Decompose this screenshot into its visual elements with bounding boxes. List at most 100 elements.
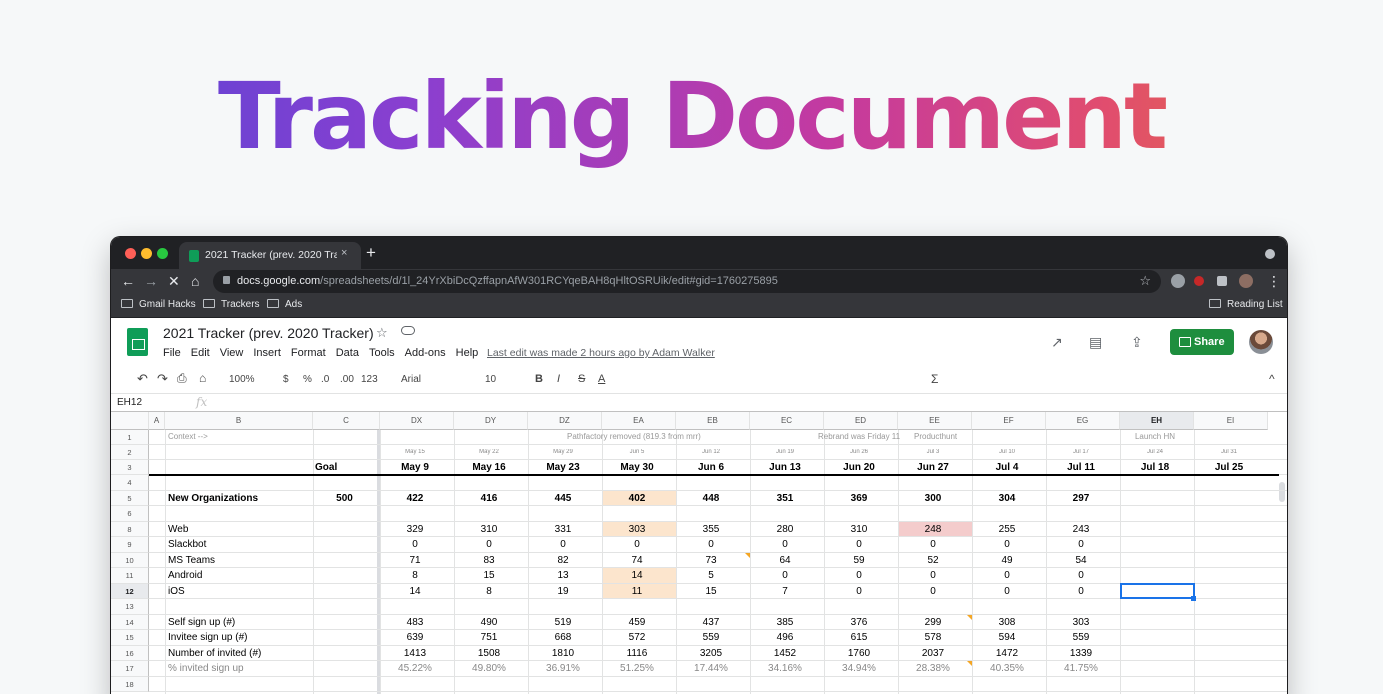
- back-button[interactable]: ←: [121, 272, 135, 290]
- close-window-button[interactable]: [125, 248, 136, 259]
- user-avatar[interactable]: [1249, 330, 1273, 354]
- sheets-logo-icon[interactable]: [127, 328, 148, 356]
- data-cell[interactable]: 0: [1046, 539, 1116, 550]
- date-label[interactable]: Jul 24: [1120, 449, 1190, 455]
- row-label[interactable]: Web: [168, 524, 312, 535]
- font-family-select[interactable]: Arial: [401, 374, 421, 385]
- data-cell[interactable]: 59: [824, 555, 894, 566]
- week-header[interactable]: Jun 6: [676, 462, 746, 473]
- data-cell[interactable]: 459: [602, 617, 672, 628]
- data-cell[interactable]: 0: [602, 539, 672, 550]
- decrease-decimal-button[interactable]: .0: [321, 374, 329, 385]
- date-label[interactable]: May 22: [454, 449, 524, 455]
- data-cell[interactable]: 1339: [1046, 648, 1116, 659]
- comment-indicator[interactable]: [967, 661, 972, 666]
- share-button[interactable]: Share: [1170, 329, 1234, 355]
- new-tab-button[interactable]: +: [366, 243, 376, 263]
- week-header[interactable]: May 23: [528, 462, 598, 473]
- undo-icon[interactable]: ↶: [137, 371, 148, 387]
- row-label[interactable]: Self sign up (#): [168, 617, 312, 628]
- paint-format-icon[interactable]: ⌂: [199, 371, 206, 385]
- column-header-ea[interactable]: EA: [602, 412, 676, 430]
- italic-button[interactable]: I: [557, 373, 560, 385]
- data-cell[interactable]: 73: [676, 555, 746, 566]
- data-cell[interactable]: 639: [380, 632, 450, 643]
- week-header[interactable]: Jul 25: [1194, 462, 1264, 473]
- menu-insert[interactable]: Insert: [253, 347, 281, 359]
- functions-button[interactable]: Σ: [931, 372, 938, 386]
- column-header-b[interactable]: B: [165, 412, 313, 430]
- data-cell[interactable]: 385: [750, 617, 820, 628]
- font-size-select[interactable]: 10: [485, 374, 496, 385]
- date-label[interactable]: Jul 3: [898, 449, 968, 455]
- data-cell[interactable]: 8: [454, 586, 524, 597]
- data-cell[interactable]: 3205: [676, 648, 746, 659]
- date-label[interactable]: Jun 26: [824, 449, 894, 455]
- data-cell[interactable]: 8: [380, 570, 450, 581]
- browser-tab[interactable]: 2021 Tracker (prev. 2020 Track ×: [179, 242, 361, 269]
- column-header-ei[interactable]: EI: [1194, 412, 1268, 430]
- bookmark-star-icon[interactable]: ☆: [1139, 273, 1151, 289]
- row-label[interactable]: Android: [168, 570, 312, 581]
- data-cell[interactable]: 310: [454, 524, 524, 535]
- note-producthunt[interactable]: Producthunt: [914, 432, 974, 441]
- row-header-5[interactable]: 5: [111, 491, 149, 506]
- row-label[interactable]: Number of invited (#): [168, 648, 312, 659]
- data-cell[interactable]: 572: [602, 632, 672, 643]
- data-cell[interactable]: 0: [454, 539, 524, 550]
- forward-button[interactable]: →: [144, 272, 158, 290]
- row-header-16[interactable]: 16: [111, 646, 149, 661]
- data-cell[interactable]: 54: [1046, 555, 1116, 566]
- data-cell[interactable]: 308: [972, 617, 1042, 628]
- data-cell[interactable]: 668: [528, 632, 598, 643]
- row-header-1[interactable]: 1: [111, 430, 149, 445]
- home-button[interactable]: ⌂: [191, 272, 199, 290]
- data-cell[interactable]: 0: [1046, 570, 1116, 581]
- data-cell[interactable]: 331: [528, 524, 598, 535]
- data-cell[interactable]: 0: [972, 586, 1042, 597]
- strikethrough-button[interactable]: S: [578, 373, 585, 385]
- reading-list[interactable]: Reading List: [1209, 299, 1283, 310]
- data-cell[interactable]: 303: [1046, 617, 1116, 628]
- menu-view[interactable]: View: [220, 347, 244, 359]
- maximize-window-button[interactable]: [157, 248, 168, 259]
- data-cell[interactable]: 83: [454, 555, 524, 566]
- increase-decimal-button[interactable]: .00: [340, 374, 354, 385]
- data-cell[interactable]: 0: [972, 570, 1042, 581]
- data-cell[interactable]: 11: [602, 586, 672, 597]
- data-cell[interactable]: 496: [750, 632, 820, 643]
- column-header-dx[interactable]: DX: [380, 412, 454, 430]
- context-label[interactable]: Context -->: [168, 432, 308, 441]
- data-cell[interactable]: 5: [676, 570, 746, 581]
- goal-header[interactable]: Goal: [315, 462, 378, 473]
- data-cell[interactable]: 82: [528, 555, 598, 566]
- row-header-17[interactable]: 17: [111, 661, 149, 677]
- week-header[interactable]: Jun 27: [898, 462, 968, 473]
- row-header-6[interactable]: 6: [111, 506, 149, 522]
- column-header-eg[interactable]: EG: [1046, 412, 1120, 430]
- row-header-2[interactable]: 2: [111, 445, 149, 460]
- row-label[interactable]: Slackbot: [168, 539, 312, 550]
- currency-format-button[interactable]: $: [283, 374, 289, 385]
- data-cell[interactable]: 0: [898, 586, 968, 597]
- url-text[interactable]: docs.google.com/spreadsheets/d/1l_24YrXb…: [237, 275, 778, 287]
- tab-close-icon[interactable]: ×: [341, 247, 347, 259]
- date-label[interactable]: Jul 10: [972, 449, 1042, 455]
- redo-icon[interactable]: ↷: [157, 371, 168, 387]
- column-header-ed[interactable]: ED: [824, 412, 898, 430]
- selected-cell-eh12[interactable]: [1120, 583, 1195, 599]
- minimize-window-button[interactable]: [141, 248, 152, 259]
- column-header-c[interactable]: C: [313, 412, 380, 430]
- data-cell[interactable]: 49: [972, 555, 1042, 566]
- data-cell[interactable]: 1413: [380, 648, 450, 659]
- data-cell[interactable]: 310: [824, 524, 894, 535]
- data-cell[interactable]: 1760: [824, 648, 894, 659]
- spreadsheet-grid[interactable]: A B C DX DY DZ EA EB EC ED EE EF EG EH EI 1 2 3 4 5 6 8 9 10 11 1…: [111, 412, 1287, 694]
- more-formats-select[interactable]: 123: [361, 374, 378, 385]
- data-cell[interactable]: 28.38%: [898, 663, 968, 674]
- bookmark-trackers[interactable]: Trackers: [203, 299, 260, 310]
- data-cell[interactable]: 36.91%: [528, 663, 598, 674]
- row-header-8[interactable]: 8: [111, 522, 149, 537]
- row-header-4[interactable]: 4: [111, 475, 149, 491]
- week-header[interactable]: May 30: [602, 462, 672, 473]
